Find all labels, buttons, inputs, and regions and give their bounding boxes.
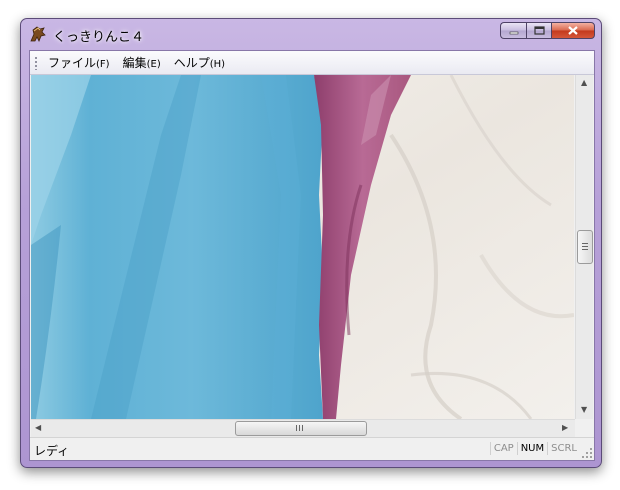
menu-file-label: ファイル (48, 56, 97, 70)
horizontal-scroll-thumb[interactable] (235, 421, 367, 436)
menu-help-accel: (H) (209, 59, 226, 70)
toolbar-grip-icon[interactable] (34, 55, 38, 70)
maximize-icon (533, 26, 545, 35)
horizontal-thumb-grip-icon (296, 425, 304, 431)
vertical-scroll-thumb[interactable] (577, 230, 593, 264)
status-text: レディ (34, 444, 70, 458)
image-canvas[interactable] (31, 75, 574, 419)
status-indicators: CAP NUM SCRL (489, 442, 580, 455)
cap-indicator: CAP (489, 442, 517, 455)
vertical-scrollbar[interactable]: ▲ ▼ (575, 75, 593, 419)
menu-file[interactable]: ファイル(F) (44, 54, 119, 71)
scrl-indicator: SCRL (547, 442, 580, 455)
close-button[interactable] (551, 22, 595, 39)
vertical-thumb-grip-icon (582, 243, 588, 251)
scroll-down-arrow-icon[interactable]: ▼ (581, 406, 587, 414)
num-indicator: NUM (516, 442, 547, 455)
menu-edit-label: 編集 (122, 56, 147, 70)
window-title: くっきりんこ４ (53, 30, 145, 45)
client-area: ファイル(F) 編集(E) ヘルプ(H) ▲ ▼ ◀ ▶ レディ CAP NUM… (29, 50, 595, 461)
menu-edit[interactable]: 編集(E) (119, 54, 170, 71)
scroll-left-arrow-icon[interactable]: ◀ (35, 424, 41, 432)
minimize-button[interactable] (500, 22, 526, 39)
maximize-button[interactable] (526, 22, 551, 39)
menu-file-accel: (F) (96, 59, 110, 70)
horizontal-scrollbar[interactable]: ◀ ▶ (31, 419, 575, 437)
photo-clothes-image (31, 75, 574, 419)
menu-bar: ファイル(F) 編集(E) ヘルプ(H) (30, 51, 594, 75)
app-window: くっきりんこ４ ファイル(F) 編集(E) ヘルプ(H) ▲ ▼ ◀ ▶ レディ… (20, 18, 602, 468)
status-bar: レディ CAP NUM SCRL (30, 437, 594, 460)
caption-buttons (500, 22, 595, 40)
menu-edit-accel: (E) (146, 59, 161, 70)
menu-help-label: ヘルプ (173, 56, 210, 70)
menu-help[interactable]: ヘルプ(H) (170, 54, 234, 71)
title-bar[interactable]: くっきりんこ４ (21, 19, 601, 49)
scroll-right-arrow-icon[interactable]: ▶ (562, 424, 568, 432)
scroll-corner (575, 419, 592, 436)
close-icon (568, 26, 578, 35)
scroll-up-arrow-icon[interactable]: ▲ (581, 79, 587, 87)
minimize-icon (509, 31, 518, 34)
size-grip-icon[interactable] (582, 448, 593, 459)
app-horse-icon[interactable] (29, 25, 47, 43)
